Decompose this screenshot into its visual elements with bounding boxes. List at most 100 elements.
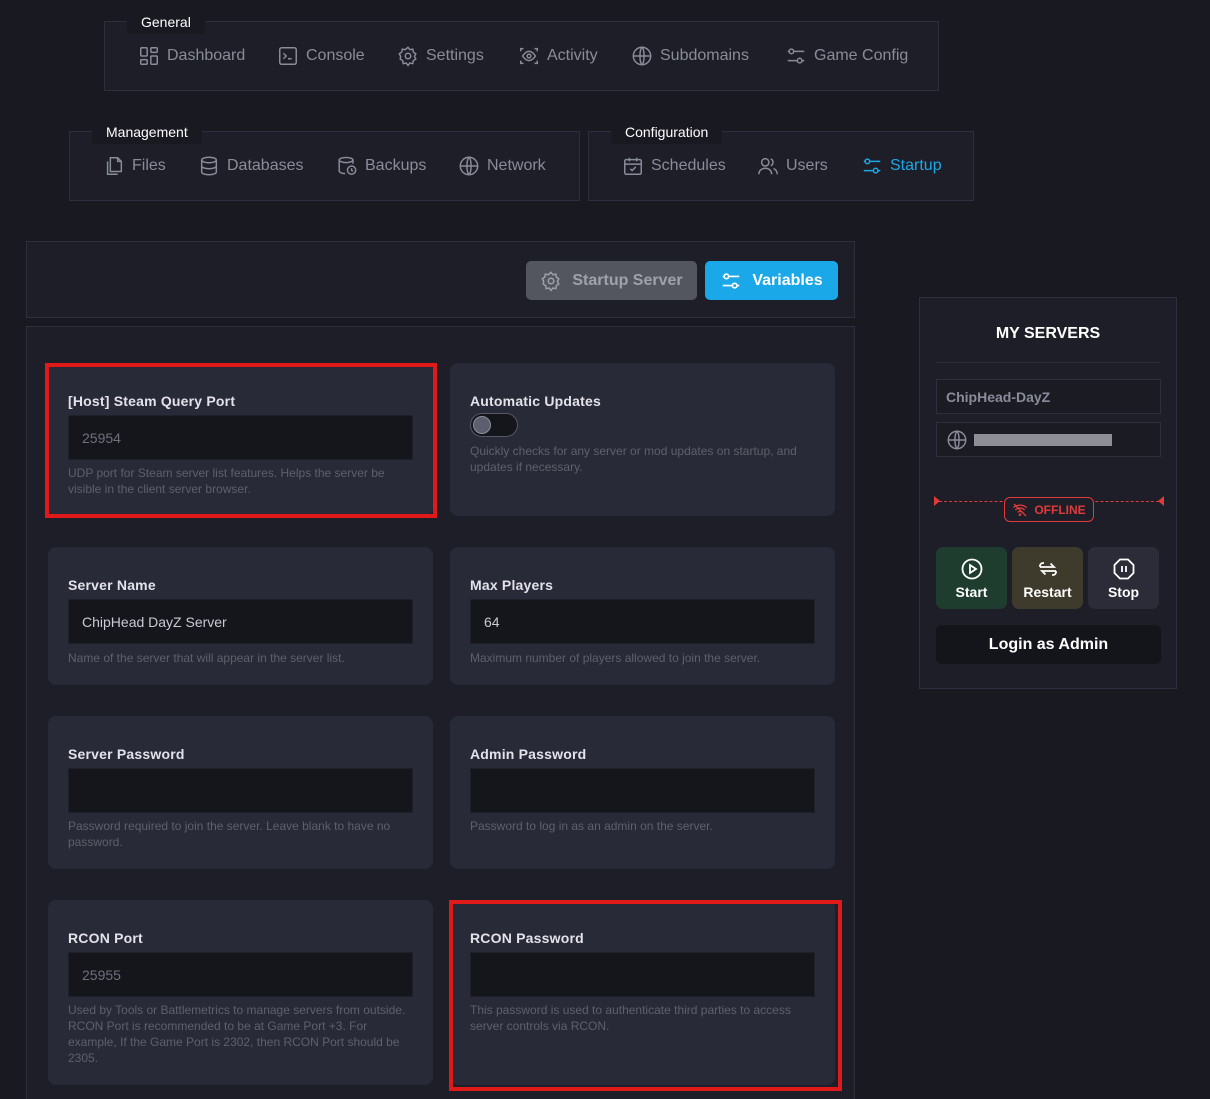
variable-label: Server Name [68,577,156,593]
status-line-left-cap [934,496,940,506]
nav-dashboard-label: Dashboard [167,47,246,64]
nav-settings-label: Settings [426,47,484,64]
nav-subdomains-label: Subdomains [660,47,749,64]
divider [936,362,1160,363]
globe-icon [947,430,967,449]
database-icon [200,156,218,176]
nav-activity-label: Activity [547,47,598,64]
nav-console[interactable]: Console [277,45,365,67]
nav-startup[interactable]: Startup [861,155,942,177]
nav-group-configuration: Configuration Schedules Users Startup [588,120,974,201]
globe-icon [459,156,479,176]
rcon-password-input[interactable] [470,952,815,997]
my-servers-panel: MY SERVERS ChipHead-DayZ OFFLINE Start R… [919,297,1177,689]
variable-label: Admin Password [470,746,587,762]
toggle-knob [473,416,491,434]
nav-network-label: Network [487,157,546,174]
nav-group-general: General Dashboard Console Settings Activ… [104,10,939,91]
dashboard-icon [140,47,158,65]
variable-description: Used by Tools or Battlemetrics to manage… [68,1003,406,1065]
variable-card-rcon-port: RCON Port Used by Tools or Battlemetrics… [48,900,433,1085]
variables-label: Variables [752,271,823,289]
globe-icon [632,46,652,66]
variable-card-automatic-updates: Automatic Updates Quickly checks for any… [450,363,835,516]
stop-label: Stop [1107,583,1140,600]
variable-description: Quickly checks for any server or mod upd… [470,444,797,474]
variable-description: This password is used to authenticate th… [470,1003,791,1033]
nav-users[interactable]: Users [757,155,828,177]
start-button[interactable]: Start [936,547,1007,609]
variable-card-server-password: Server Password Password required to joi… [48,716,433,869]
automatic-updates-toggle[interactable] [470,413,518,437]
status-badge: OFFLINE [1004,497,1094,522]
variable-label: RCON Password [470,930,584,946]
server-name-box[interactable]: ChipHead-DayZ [936,379,1161,414]
calendar-icon [624,157,642,175]
max-players-input[interactable] [470,599,815,644]
nav-network[interactable]: Network [458,155,546,177]
variables-button[interactable]: Variables [705,261,838,300]
server-address-box[interactable] [936,422,1161,457]
variable-card-rcon-password: RCON Password This password is used to a… [450,900,835,1085]
users-icon [758,157,778,175]
eye-icon [520,47,538,65]
startup-server-button[interactable]: Startup Server [526,261,697,300]
nav-game-config-label: Game Config [814,47,909,64]
gear-icon [541,270,561,292]
variable-description: Maximum number of players allowed to joi… [470,651,761,665]
nav-game-config[interactable]: Game Config [785,45,908,67]
stop-icon [1113,558,1134,579]
variable-description: Password to log in as an admin on the se… [470,819,713,833]
admin-password-input[interactable] [470,768,815,813]
restart-label: Restart [1023,583,1072,600]
nav-databases-label: Databases [227,157,304,174]
nav-subdomains[interactable]: Subdomains [631,45,749,67]
nav-users-label: Users [786,157,828,174]
steam-query-port-input[interactable] [68,415,413,460]
variable-card-max-players: Max Players Maximum number of players al… [450,547,835,685]
backup-icon [338,156,357,175]
startup-server-label: Startup Server [572,271,683,289]
server-password-input[interactable] [68,768,413,813]
sliders-icon [787,48,805,64]
gear-icon [398,46,417,67]
variable-label: [Host] Steam Query Port [68,393,236,409]
nav-files[interactable]: Files [103,155,166,177]
startup-toolbar: Startup Server Variables [26,241,855,318]
nav-backups[interactable]: Backups [336,155,426,177]
variable-card-admin-password: Admin Password Password to log in as an … [450,716,835,869]
nav-settings[interactable]: Settings [397,45,484,67]
nav-schedules-label: Schedules [651,157,726,174]
variable-card-server-name: Server Name Name of the server that will… [48,547,433,685]
login-as-admin-label: Login as Admin [988,635,1109,653]
console-icon [279,47,297,65]
nav-group-management: Management Files Databases Backups Netwo… [69,120,580,201]
variable-label: Server Password [68,746,185,762]
nav-dashboard[interactable]: Dashboard [138,45,245,67]
sliders-icon [863,158,881,174]
nav-console-label: Console [306,47,365,64]
stop-button[interactable]: Stop [1088,547,1159,609]
wifi-off-icon [1013,503,1028,516]
restart-button[interactable]: Restart [1012,547,1083,609]
server-name-input[interactable] [68,599,413,644]
rcon-port-input[interactable] [68,952,413,997]
server-name-text: ChipHead-DayZ [946,388,1051,405]
my-servers-title: MY SERVERS [995,325,1101,342]
sliders-icon [723,272,740,289]
status-text: OFFLINE [1034,502,1086,517]
nav-startup-label: Startup [890,157,942,174]
login-as-admin-button[interactable]: Login as Admin [936,625,1161,664]
variable-description: UDP port for Steam server list features.… [68,466,385,496]
variable-label: RCON Port [68,930,143,946]
nav-schedules[interactable]: Schedules [622,155,726,177]
nav-activity[interactable]: Activity [518,45,598,67]
variables-panel: [Host] Steam Query Port UDP port for Ste… [26,326,855,1099]
address-redacted-bar [974,433,1112,446]
nav-databases[interactable]: Databases [198,155,304,177]
variable-label: Max Players [470,577,554,593]
variable-description: Password required to join the server. Le… [68,819,391,849]
files-icon [106,157,123,175]
start-label: Start [955,583,988,600]
variable-description: Name of the server that will appear in t… [68,651,345,665]
